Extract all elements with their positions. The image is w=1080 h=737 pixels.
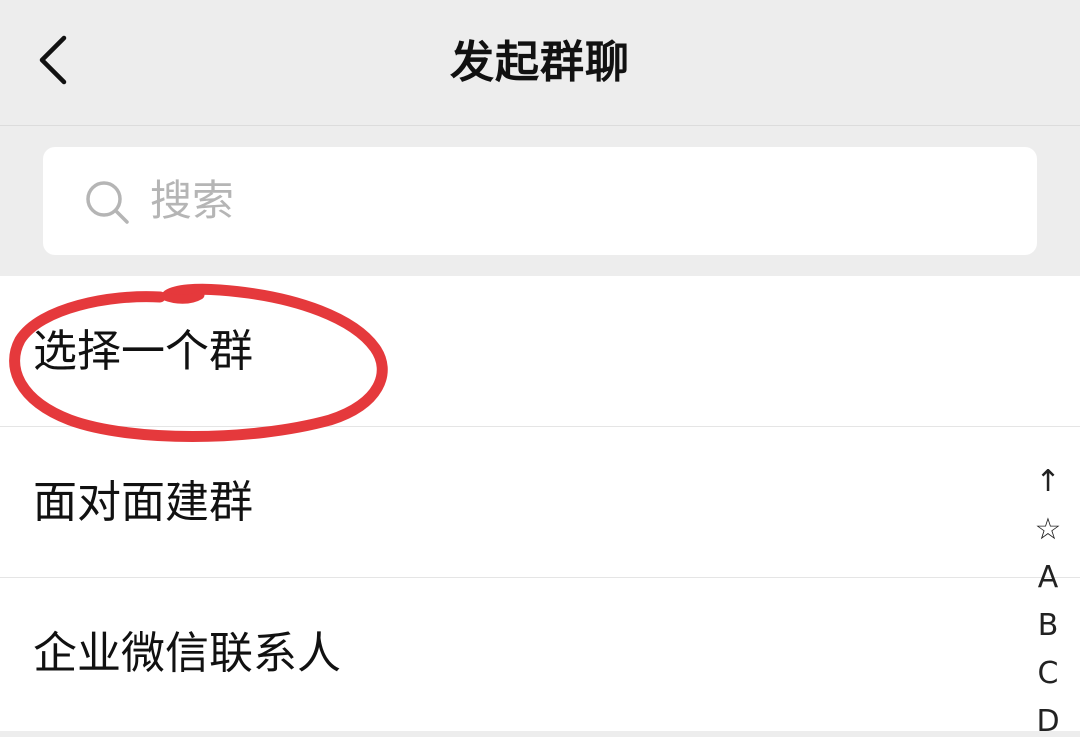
back-button[interactable] — [28, 28, 88, 92]
screen: 发起群聊 搜索 选择一个群 面对面建群 企业微信联系人 ↑ ☆ A B C D — [0, 0, 1080, 737]
list-item-label: 选择一个群 — [33, 326, 253, 377]
option-list: 选择一个群 面对面建群 企业微信联系人 — [0, 276, 1080, 737]
search-area: 搜索 — [0, 126, 1080, 276]
index-item-c[interactable]: C — [1024, 650, 1072, 698]
index-item-b[interactable]: B — [1024, 602, 1072, 650]
search-icon — [86, 181, 129, 224]
search-input[interactable]: 搜索 — [43, 147, 1037, 255]
list-item-label: 面对面建群 — [33, 477, 253, 528]
alphabet-index-bar: ↑ ☆ A B C D — [1024, 458, 1072, 737]
index-item-star[interactable]: ☆ — [1024, 506, 1072, 554]
navigation-bar: 发起群聊 — [0, 0, 1080, 126]
list-item-select-group[interactable]: 选择一个群 — [0, 276, 1080, 427]
search-placeholder: 搜索 — [150, 176, 235, 225]
bottom-strip — [0, 731, 1080, 737]
chevron-left-icon — [39, 35, 67, 85]
list-item-face-to-face[interactable]: 面对面建群 — [0, 427, 1080, 578]
index-item-top[interactable]: ↑ — [1024, 458, 1072, 506]
list-item-enterprise-contacts[interactable]: 企业微信联系人 — [0, 578, 1080, 729]
index-item-a[interactable]: A — [1024, 554, 1072, 602]
page-title: 发起群聊 — [450, 37, 630, 88]
list-item-label: 企业微信联系人 — [33, 628, 341, 679]
